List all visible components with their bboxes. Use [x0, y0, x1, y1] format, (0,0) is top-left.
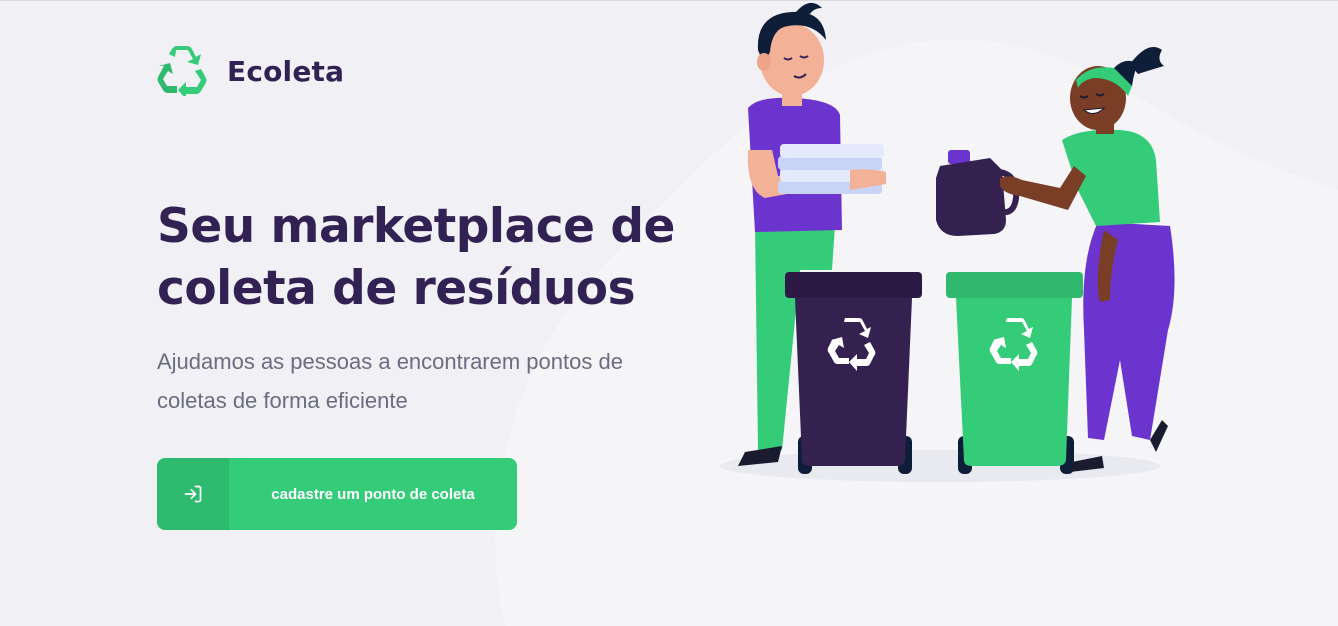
page-subtitle: Ajudamos as pessoas a encontrarem pontos… [157, 349, 623, 413]
cta-label: cadastre um ponto de coleta [271, 485, 475, 503]
cta-icon-container [157, 458, 229, 530]
recycle-icon [157, 46, 207, 96]
brand: Ecoleta [157, 46, 344, 96]
log-in-icon [184, 485, 202, 503]
brand-name: Ecoleta [227, 54, 345, 88]
jug [936, 150, 1020, 236]
page-title: Seu marketplace de coleta de resíduos [157, 199, 675, 316]
recycling-illustration [720, 2, 1175, 482]
register-collection-point-button[interactable]: cadastre um ponto de coleta [157, 458, 517, 530]
green-recycling-bin [946, 272, 1083, 474]
dark-recycling-bin [785, 272, 922, 474]
